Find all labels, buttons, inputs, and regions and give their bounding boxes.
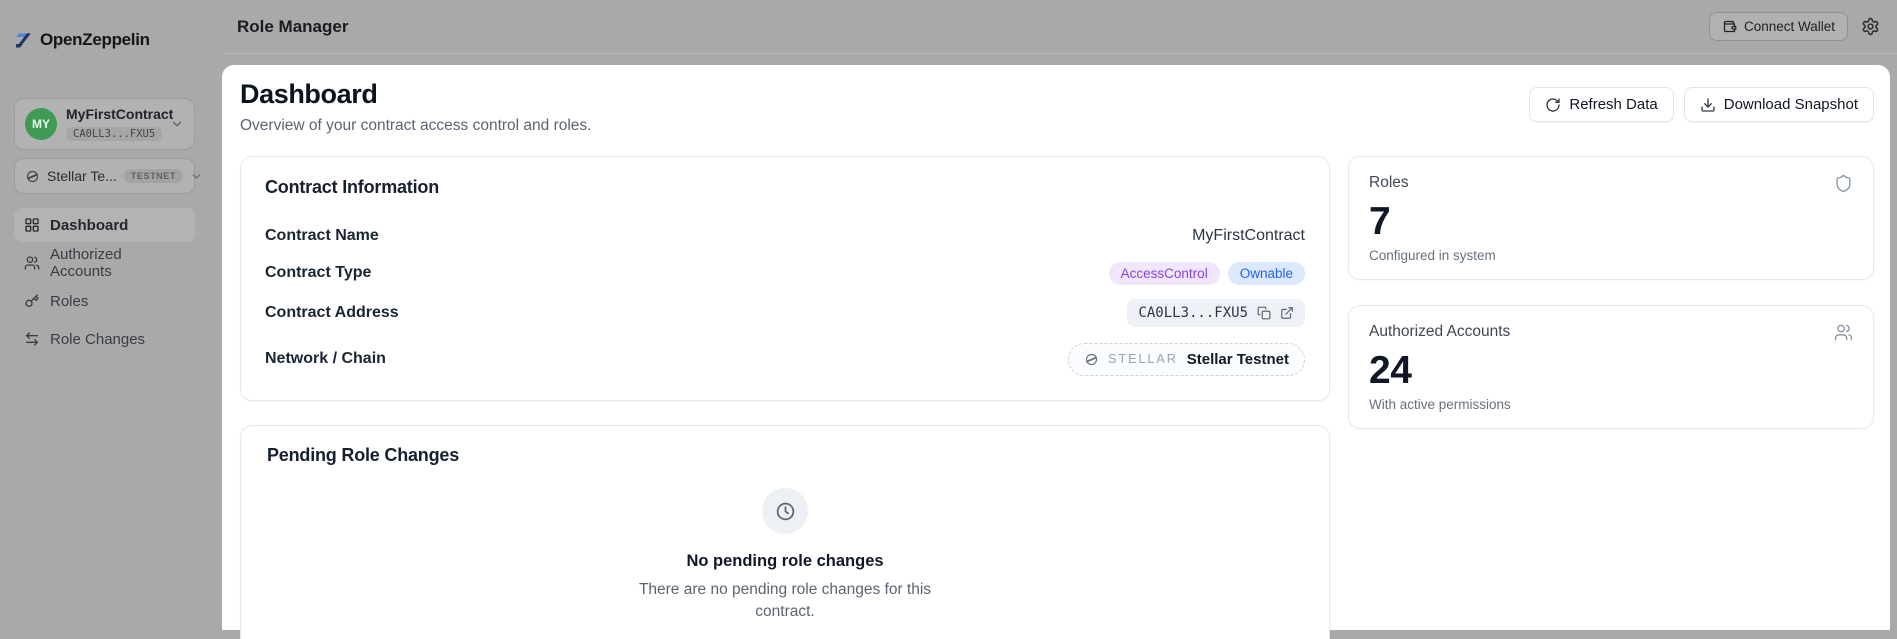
- contract-selector-name: MyFirstContract: [66, 106, 173, 122]
- refresh-icon: [1545, 97, 1561, 113]
- contract-selector-address: CA0LL3...FXU5: [66, 127, 162, 141]
- network-selector[interactable]: Stellar Te... TESTNET: [14, 158, 195, 194]
- connect-wallet-button[interactable]: Connect Wallet: [1709, 12, 1848, 41]
- stellar-icon: [1084, 352, 1099, 367]
- contract-type-row: Contract Type AccessControl Ownable: [265, 260, 1305, 286]
- app-title: Role Manager: [237, 17, 348, 37]
- network-prefix: STELLAR: [1108, 352, 1178, 366]
- swap-icon: [24, 331, 40, 347]
- roles-stat-label: Roles: [1369, 174, 1409, 192]
- users-icon: [1834, 323, 1853, 342]
- brand-name: OpenZeppelin: [40, 30, 150, 50]
- refresh-data-label: Refresh Data: [1569, 96, 1657, 113]
- network-value: Stellar Testnet: [1187, 351, 1289, 368]
- sidebar-nav: Dashboard Authorized Accounts Roles Role…: [14, 208, 195, 360]
- sidebar-item-dashboard[interactable]: Dashboard: [14, 208, 195, 242]
- empty-state-body: There are no pending role changes for th…: [613, 579, 958, 624]
- gear-icon[interactable]: [1861, 17, 1880, 36]
- network-chain-row: Network / Chain STELLAR Stellar Testnet: [265, 342, 1305, 376]
- external-link-icon[interactable]: [1280, 306, 1294, 320]
- top-header: Role Manager Connect Wallet: [222, 0, 1897, 54]
- wallet-icon: [1722, 19, 1737, 34]
- openzeppelin-logo-icon: [14, 31, 33, 50]
- sidebar-item-authorized-accounts[interactable]: Authorized Accounts: [14, 246, 195, 280]
- pending-role-changes-title: Pending Role Changes: [267, 445, 1303, 466]
- pending-role-changes-card: Pending Role Changes No pending role cha…: [240, 425, 1330, 639]
- roles-stat-card: Roles 7 Configured in system: [1348, 156, 1874, 280]
- sidebar-item-role-changes[interactable]: Role Changes: [14, 322, 195, 356]
- contract-address-chip: CA0LL3...FXU5: [1127, 299, 1305, 327]
- sidebar-item-label: Role Changes: [50, 331, 145, 348]
- contract-information-card: Contract Information Contract Name MyFir…: [240, 156, 1330, 401]
- grid-icon: [24, 217, 40, 233]
- testnet-badge: TESTNET: [124, 169, 183, 183]
- contract-name-value: MyFirstContract: [1192, 227, 1305, 245]
- key-icon: [24, 293, 40, 309]
- stellar-icon: [25, 169, 40, 184]
- contract-name-row: Contract Name MyFirstContract: [265, 224, 1305, 248]
- roles-count: 7: [1369, 202, 1853, 241]
- sidebar-item-label: Dashboard: [50, 217, 128, 234]
- contract-information-title: Contract Information: [265, 177, 1305, 198]
- refresh-data-button[interactable]: Refresh Data: [1529, 87, 1673, 122]
- main-panel: Dashboard Overview of your contract acce…: [222, 65, 1890, 630]
- contract-name-label: Contract Name: [265, 227, 379, 245]
- download-icon: [1700, 97, 1716, 113]
- authorized-accounts-stat-card: Authorized Accounts 24 With active permi…: [1348, 305, 1874, 429]
- contract-address-label: Contract Address: [265, 304, 399, 322]
- sidebar: OpenZeppelin MY MyFirstContract CA0LL3..…: [0, 0, 222, 639]
- download-snapshot-label: Download Snapshot: [1724, 96, 1858, 113]
- copy-icon[interactable]: [1257, 306, 1271, 320]
- accounts-count: 24: [1369, 351, 1853, 390]
- accounts-stat-label: Authorized Accounts: [1369, 323, 1510, 341]
- download-snapshot-button[interactable]: Download Snapshot: [1684, 87, 1874, 122]
- contract-selector[interactable]: MY MyFirstContract CA0LL3...FXU5: [14, 98, 195, 150]
- roles-stat-sub: Configured in system: [1369, 248, 1853, 263]
- pending-empty-state: No pending role changes There are no pen…: [267, 488, 1303, 624]
- sidebar-item-roles[interactable]: Roles: [14, 284, 195, 318]
- sidebar-item-label: Authorized Accounts: [50, 246, 185, 280]
- clock-icon: [762, 488, 808, 534]
- brand: OpenZeppelin: [14, 30, 150, 50]
- connect-wallet-label: Connect Wallet: [1744, 19, 1835, 34]
- page-title: Dashboard: [240, 79, 591, 110]
- chevron-down-icon: [170, 117, 184, 131]
- accesscontrol-badge: AccessControl: [1109, 262, 1220, 285]
- users-icon: [24, 255, 40, 271]
- ownable-badge: Ownable: [1228, 262, 1305, 285]
- shield-icon: [1834, 174, 1853, 193]
- page-subtitle: Overview of your contract access control…: [240, 117, 591, 135]
- chevron-down-icon: [190, 170, 203, 183]
- network-chain-label: Network / Chain: [265, 350, 386, 368]
- empty-state-title: No pending role changes: [686, 552, 883, 571]
- contract-type-label: Contract Type: [265, 264, 371, 282]
- sidebar-item-label: Roles: [50, 293, 88, 310]
- contract-address-value: CA0LL3...FXU5: [1138, 305, 1248, 321]
- accounts-stat-sub: With active permissions: [1369, 397, 1853, 412]
- network-selector-name: Stellar Te...: [47, 168, 117, 184]
- network-pill: STELLAR Stellar Testnet: [1068, 343, 1305, 376]
- contract-avatar: MY: [25, 108, 57, 140]
- contract-address-row: Contract Address CA0LL3...FXU5: [265, 298, 1305, 328]
